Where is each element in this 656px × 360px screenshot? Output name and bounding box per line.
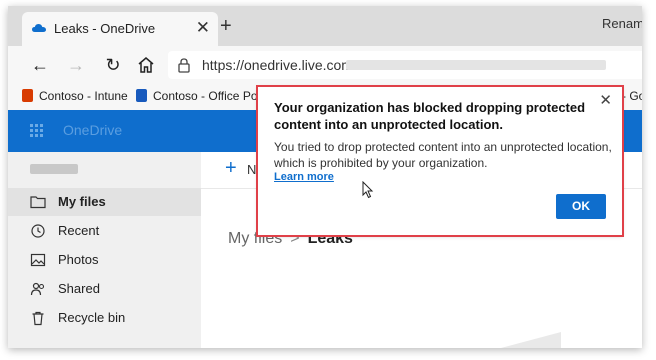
onedrive-icon [32, 24, 46, 32]
browser-window: Leaks - OneDrive ✕ + ← → ↻ https://onedr… [8, 6, 642, 348]
address-bar[interactable]: https://onedrive.live.com/?id=/ [168, 51, 642, 79]
ok-button[interactable]: OK [556, 194, 606, 219]
mouse-cursor-icon [362, 181, 374, 199]
new-tab-button[interactable]: + [220, 12, 232, 40]
rename-button[interactable]: Renam [602, 16, 642, 31]
folder-icon [30, 196, 46, 209]
sidebar-item-label: Recycle bin [58, 310, 126, 325]
sidebar-item-recent[interactable]: Recent [8, 217, 201, 245]
recycle-bin-icon [32, 311, 44, 326]
tab-title: Leaks - OneDrive [54, 21, 156, 36]
sidebar-item-photos[interactable]: Photos [8, 246, 201, 274]
sidebar-item-recycle-bin[interactable]: Recycle bin [8, 304, 201, 332]
recent-icon [31, 224, 45, 238]
navigation-bar: ← → ↻ https://onedrive.live.com/?id=/ [8, 46, 642, 84]
word-icon [136, 89, 147, 102]
people-icon [30, 282, 45, 296]
lock-icon [178, 58, 190, 73]
close-icon[interactable]: ✕ [599, 91, 612, 109]
favorite-contoso-office[interactable]: Contoso - Office Po... [136, 89, 268, 103]
office-icon [22, 89, 33, 102]
app-launcher-icon[interactable] [30, 124, 44, 138]
learn-more-link[interactable]: Learn more [274, 171, 334, 183]
refresh-icon[interactable]: ↻ [101, 53, 125, 77]
home-icon[interactable] [136, 55, 156, 75]
blocked-drop-dialog: Your organization has blocked dropping p… [256, 85, 624, 237]
browser-tab[interactable]: Leaks - OneDrive ✕ [22, 12, 218, 46]
sidebar: My files Recent Photos Shared Recycle bi… [8, 152, 201, 348]
sidebar-item-my-files[interactable]: My files [8, 188, 201, 216]
account-name-redacted [30, 164, 78, 174]
decorative-shape [501, 332, 561, 348]
close-tab-icon[interactable]: ✕ [196, 18, 210, 38]
favorite-contoso-intune[interactable]: Contoso - Intune [22, 89, 128, 103]
redacted-url [346, 60, 606, 70]
app-brand[interactable]: OneDrive [63, 122, 122, 138]
favorite-label: Contoso - Intune [39, 89, 128, 103]
sidebar-item-label: Shared [58, 281, 100, 296]
forward-arrow-icon[interactable]: → [64, 53, 88, 77]
favorite-label: Contoso - Office Po... [153, 89, 268, 103]
tab-strip: Leaks - OneDrive ✕ + [8, 6, 642, 46]
new-button[interactable]: N [247, 162, 256, 177]
dialog-title: Your organization has blocked dropping p… [274, 100, 586, 132]
sidebar-item-label: My files [58, 194, 106, 209]
photo-icon [30, 253, 46, 267]
back-arrow-icon[interactable]: ← [28, 53, 52, 77]
plus-icon[interactable]: + [225, 157, 237, 180]
sidebar-item-shared[interactable]: Shared [8, 275, 201, 303]
sidebar-item-label: Photos [58, 252, 99, 267]
sidebar-item-label: Recent [58, 223, 100, 238]
dialog-message: You tried to drop protected content into… [274, 140, 612, 170]
